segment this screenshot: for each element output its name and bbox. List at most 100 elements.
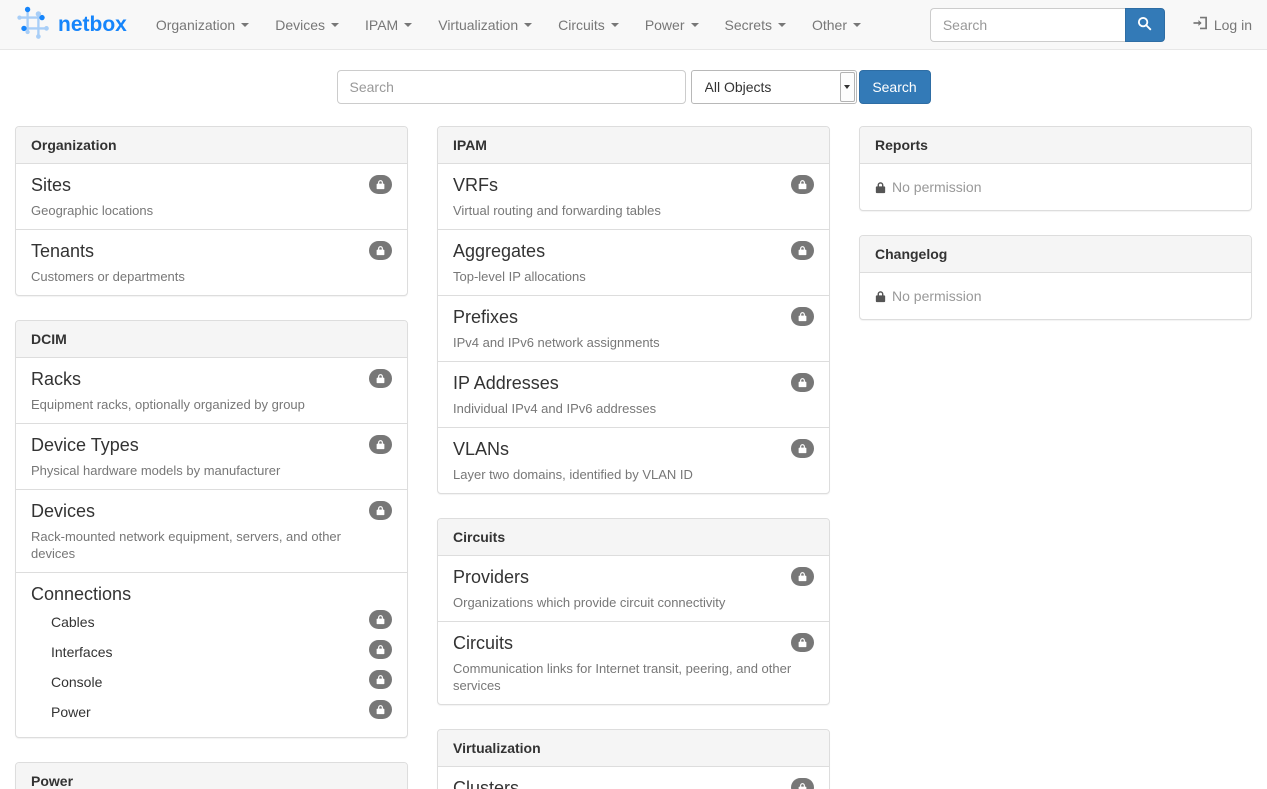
item-link[interactable]: Aggregates <box>453 240 545 262</box>
lock-badge <box>369 369 392 388</box>
item-description: Physical hardware models by manufacturer <box>31 462 376 479</box>
panel-item-aggregates: Aggregates Top-level IP allocations <box>438 229 829 295</box>
panel-header: DCIM <box>16 321 407 358</box>
navbar-search-form <box>930 8 1165 42</box>
item-link[interactable]: Racks <box>31 368 81 390</box>
brand-title: netbox <box>58 13 127 37</box>
connection-row-power: Power <box>31 697 392 727</box>
nav-menu-other[interactable]: Other <box>799 2 874 48</box>
item-link[interactable]: Circuits <box>453 632 513 654</box>
login-label: Log in <box>1214 17 1252 33</box>
panel-item-vlans: VLANs Layer two domains, identified by V… <box>438 427 829 493</box>
nav-menu-virtualization[interactable]: Virtualization <box>425 2 545 48</box>
panel-header: Reports <box>860 127 1251 164</box>
item-link[interactable]: Connections <box>31 583 131 605</box>
panel-header: IPAM <box>438 127 829 164</box>
panel-circuits: Circuits Providers Organizations which p… <box>437 518 830 705</box>
navbar-search-input[interactable] <box>930 8 1125 42</box>
panel-item-providers: Providers Organizations which provide ci… <box>438 556 829 621</box>
no-permission-row: No permission <box>860 273 1251 319</box>
global-search-input[interactable] <box>337 70 686 104</box>
item-link[interactable]: Device Types <box>31 434 139 456</box>
nav-menu-circuits[interactable]: Circuits <box>545 2 632 48</box>
panel-virtualization: Virtualization Clusters <box>437 729 830 789</box>
panel-item-devices: Devices Rack-mounted network equipment, … <box>16 489 407 572</box>
panel-dcim: DCIM Racks Equipment racks, optionally o… <box>15 320 408 738</box>
netbox-brand[interactable]: netbox <box>15 5 127 44</box>
panel-header: Power <box>16 763 407 789</box>
search-icon <box>1137 16 1152 34</box>
no-permission-label: No permission <box>892 288 981 304</box>
connections-list: Cables Interfaces Console Power <box>31 607 392 727</box>
item-link[interactable]: Sites <box>31 174 71 196</box>
object-type-select[interactable]: All Objects <box>691 70 857 104</box>
item-description: Layer two domains, identified by VLAN ID <box>453 466 798 483</box>
caret-down-icon <box>778 23 786 27</box>
panel-item-clusters: Clusters <box>438 767 829 789</box>
item-link[interactable]: Interfaces <box>51 644 112 660</box>
item-link[interactable]: Devices <box>31 500 95 522</box>
caret-down-icon <box>331 23 339 27</box>
item-link[interactable]: VLANs <box>453 438 509 460</box>
panel-header: Organization <box>16 127 407 164</box>
lock-badge <box>369 700 392 719</box>
lock-badge <box>791 175 814 194</box>
nav-menu-devices[interactable]: Devices <box>262 2 352 48</box>
caret-down-icon <box>611 23 619 27</box>
item-link[interactable]: Cables <box>51 614 95 630</box>
item-description: Geographic locations <box>31 202 376 219</box>
item-description: Communication links for Internet transit… <box>453 660 798 694</box>
nav-menu-power[interactable]: Power <box>632 2 712 48</box>
navbar-search-button[interactable] <box>1125 8 1165 42</box>
item-link[interactable]: IP Addresses <box>453 372 559 394</box>
item-link[interactable]: Providers <box>453 566 529 588</box>
caret-down-icon <box>691 23 699 27</box>
column-middle: IPAM VRFs Virtual routing and forwarding… <box>437 126 830 789</box>
item-link[interactable]: VRFs <box>453 174 498 196</box>
item-link[interactable]: Console <box>51 674 102 690</box>
panel-item-connections: Connections Cables Interfaces Console <box>16 572 407 737</box>
column-right: Reports No permission Changelog No permi… <box>859 126 1252 344</box>
panel-organization: Organization Sites Geographic locations … <box>15 126 408 296</box>
panel-header: Circuits <box>438 519 829 556</box>
main-content: Organization Sites Geographic locations … <box>0 126 1267 789</box>
panel-item-tenants: Tenants Customers or departments <box>16 229 407 295</box>
panel-power: Power <box>15 762 408 789</box>
nav-menu-ipam[interactable]: IPAM <box>352 2 425 48</box>
global-search-button[interactable]: Search <box>859 70 931 104</box>
lock-badge <box>369 175 392 194</box>
panel-item-vrfs: VRFs Virtual routing and forwarding tabl… <box>438 164 829 229</box>
lock-badge <box>791 439 814 458</box>
caret-down-icon <box>404 23 412 27</box>
item-link[interactable]: Prefixes <box>453 306 518 328</box>
lock-icon <box>875 181 886 194</box>
caret-down-icon <box>853 23 861 27</box>
item-description: Rack-mounted network equipment, servers,… <box>31 528 376 562</box>
sign-in-icon <box>1193 16 1208 33</box>
nav-menu-organization[interactable]: Organization <box>143 2 262 48</box>
lock-badge <box>369 241 392 260</box>
item-description: Individual IPv4 and IPv6 addresses <box>453 400 798 417</box>
login-link[interactable]: Log in <box>1193 16 1252 33</box>
item-link[interactable]: Tenants <box>31 240 94 262</box>
no-permission-row: No permission <box>860 164 1251 210</box>
panel-header: Changelog <box>860 236 1251 273</box>
item-description: Customers or departments <box>31 268 376 285</box>
netbox-logo-icon <box>15 5 51 44</box>
item-link[interactable]: Power <box>51 704 91 720</box>
lock-badge <box>369 670 392 689</box>
item-description: Virtual routing and forwarding tables <box>453 202 798 219</box>
lock-badge <box>369 501 392 520</box>
lock-badge <box>791 241 814 260</box>
item-link[interactable]: Clusters <box>453 777 519 789</box>
panel-ipam: IPAM VRFs Virtual routing and forwarding… <box>437 126 830 494</box>
lock-icon <box>875 290 886 303</box>
lock-badge <box>791 307 814 326</box>
panel-item-device-types: Device Types Physical hardware models by… <box>16 423 407 489</box>
caret-down-icon <box>524 23 532 27</box>
navbar: netbox Organization Devices IPAM Virtual… <box>0 0 1267 50</box>
panel-reports: Reports No permission <box>859 126 1252 211</box>
connection-row-console: Console <box>31 667 392 697</box>
scope-select-wrap: All Objects <box>691 70 857 104</box>
nav-menu-secrets[interactable]: Secrets <box>712 2 799 48</box>
